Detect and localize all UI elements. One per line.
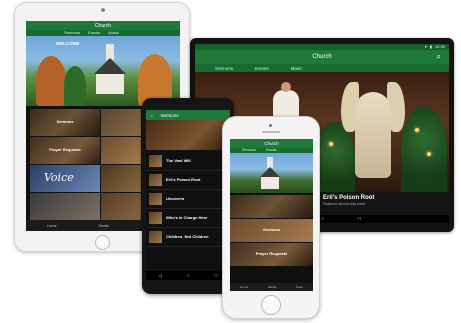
list-item[interactable]: Eril's Poison Root [146,171,230,190]
phone-screen: ← Sermons The Vast Will Eril's Poison Ro… [146,110,230,280]
tile-label: Voice [44,171,74,184]
camera-icon [101,8,105,12]
app-title: Church [312,54,332,60]
tile-label: Sermons [56,119,74,124]
iphone-device: Church Sermons Events Sermons Prayer Req… [222,116,320,319]
nav-media[interactable]: Media [99,224,109,228]
back-arrow-icon[interactable]: ← [150,113,155,118]
tile-image[interactable] [101,193,141,220]
tile-sermons[interactable]: Sermons [230,219,313,242]
recents-icon[interactable]: □ [215,273,218,278]
thumbnail [149,174,162,186]
list-item[interactable]: Who's in Charge Here [146,209,230,228]
app-bar: Church [26,21,180,30]
tab-music[interactable]: Music [291,66,303,71]
tile-prayer-requests[interactable]: Prayer Requests [230,243,313,266]
tab-events[interactable]: Events [255,66,269,71]
thumbnail [149,155,162,167]
tile-image[interactable] [101,137,141,164]
app-bar: Church ⌕ [195,50,449,64]
speaker-grille [262,131,280,133]
back-icon[interactable]: ◁ [159,273,162,279]
nav-home[interactable]: Home [240,285,248,289]
home-icon[interactable]: ○ [187,273,190,278]
iphone-screen: Church Sermons Events Sermons Prayer Req… [230,139,313,291]
list-item[interactable]: Uncovers [146,190,230,209]
camera-icon [269,124,272,127]
tile-image[interactable] [101,165,141,192]
list-item[interactable]: The Vast Will [146,152,230,171]
nav-home[interactable]: Home [47,224,56,228]
tile-image[interactable] [230,195,313,218]
app-title: Church [264,141,279,146]
content-list: Sermons Prayer Requests [230,195,313,267]
nav-media[interactable]: Media [268,285,276,289]
sermon-list: The Vast Will Eril's Poison Root Uncover… [146,152,230,247]
devices-showcase: Church Sermons Events Music WELCOME Serm… [0,0,461,323]
recents-icon[interactable]: □ [358,216,361,222]
thumbnail [149,212,162,224]
featured-title: Eril's Poison Root [323,195,375,201]
tile-label: Prayer Requests [255,251,288,256]
app-title: Sermons [160,112,179,118]
hero-caption: WELCOME [56,41,80,46]
bottom-nav: Home Media More [230,283,313,291]
app-title: Church [94,22,112,29]
featured-subtitle: Featured sermon this week [323,202,366,206]
app-bar: Church [230,139,313,148]
home-button[interactable] [261,295,281,315]
search-icon[interactable]: ⌕ [437,52,441,62]
tab-sermons[interactable]: Sermons [215,66,233,71]
nav-more[interactable]: More [296,285,303,289]
tile-label: Prayer Requests [49,147,81,152]
android-phone-device: ← Sermons The Vast Will Eril's Poison Ro… [142,98,234,294]
home-icon[interactable]: ○ [321,216,324,222]
tile-prayer-requests[interactable]: Prayer Requests [30,137,100,164]
tile-sermons[interactable]: Sermons [30,109,100,136]
church-hero-image[interactable] [230,153,313,193]
tile-image[interactable] [30,193,100,220]
system-nav: ◁ ○ □ [146,271,230,280]
church-hero-image[interactable]: WELCOME [26,36,180,106]
sermon-hero-image[interactable] [146,120,230,150]
home-button[interactable] [95,235,110,250]
app-bar: ← Sermons [146,110,230,120]
tile-voice[interactable]: Voice [30,165,100,192]
thumbnail [149,231,162,243]
thumbnail [149,193,162,205]
tile-image[interactable] [101,109,141,136]
tab-strip: Sermons Events Music [195,64,449,72]
tile-label: Sermons [262,227,281,232]
list-item[interactable]: Children, Not Children [146,228,230,247]
